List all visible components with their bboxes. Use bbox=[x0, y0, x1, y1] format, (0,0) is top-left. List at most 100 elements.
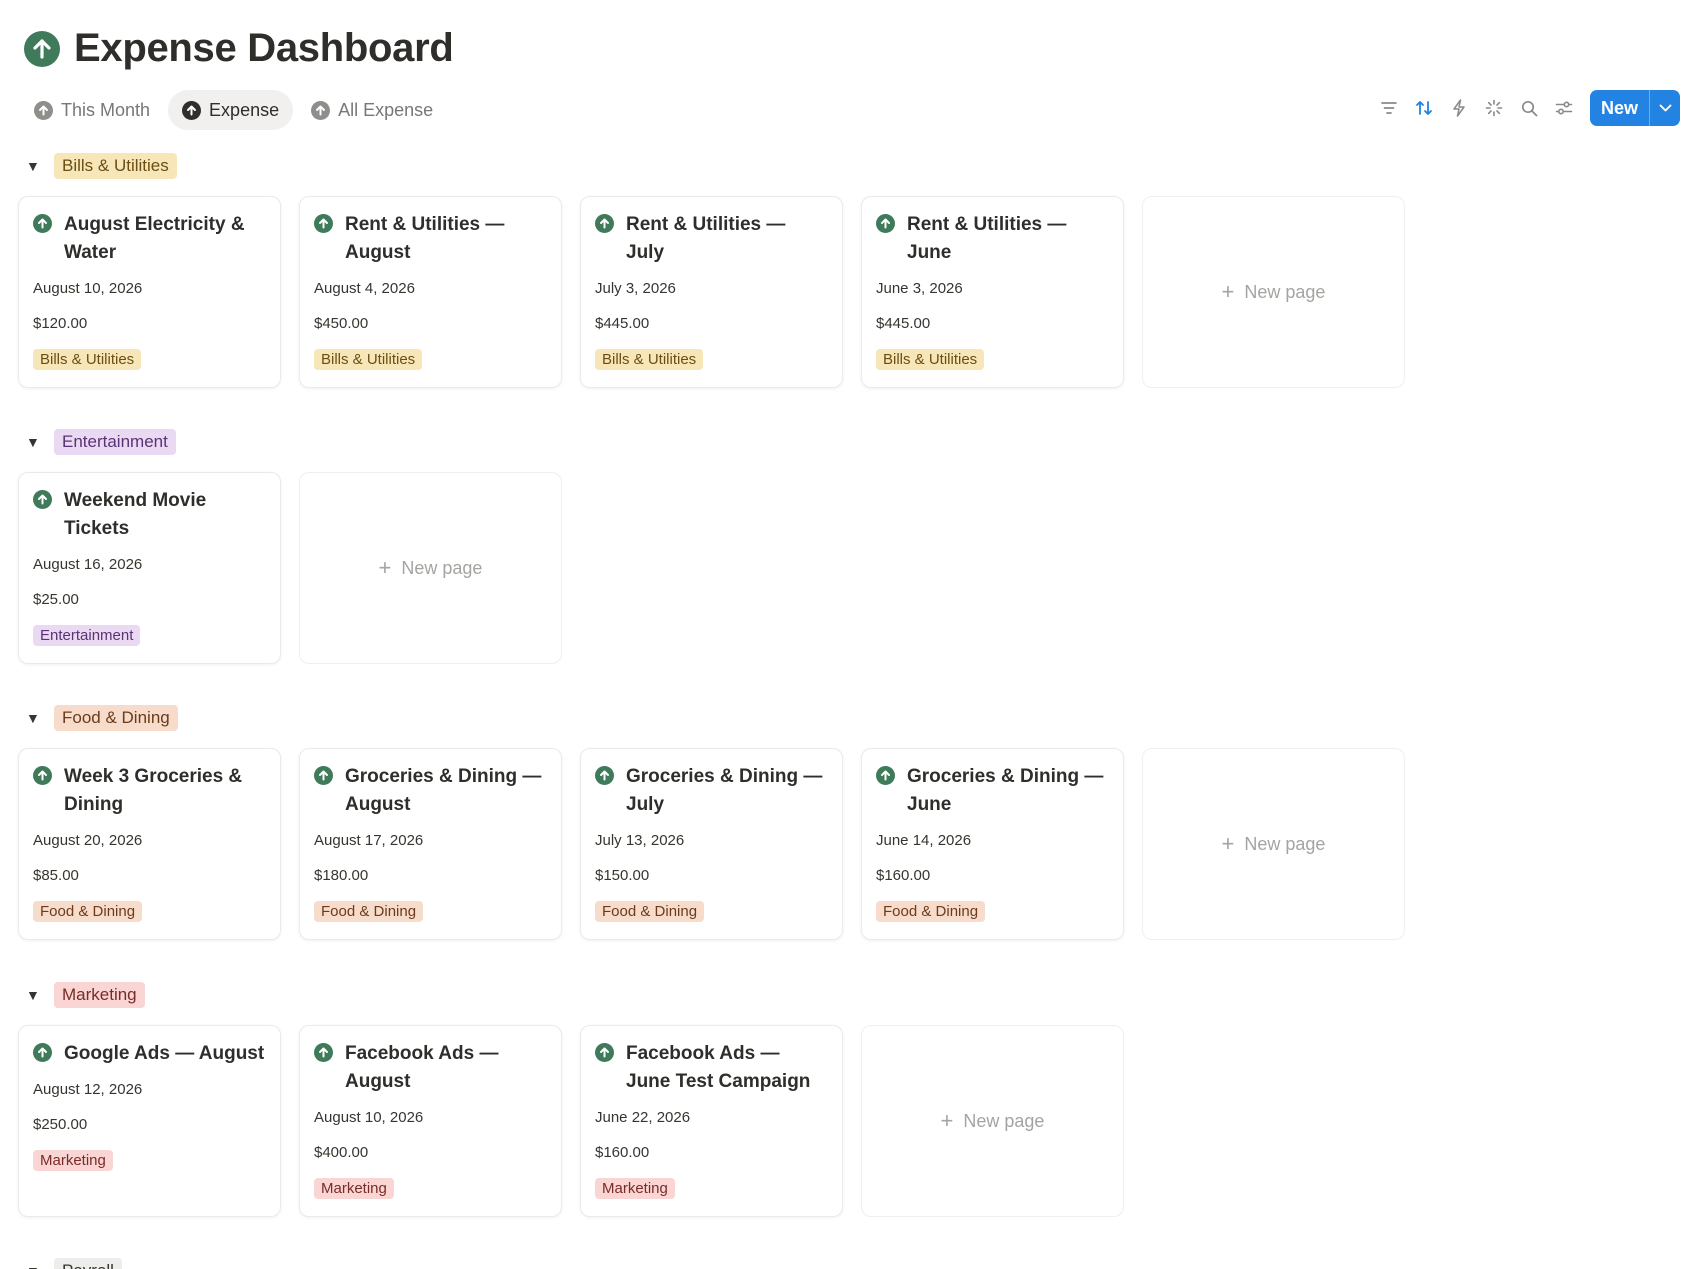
arrow-up-circle-icon bbox=[33, 766, 52, 785]
card-amount: $160.00 bbox=[876, 867, 931, 884]
tab-label: This Month bbox=[61, 99, 151, 120]
toggle-triangle-icon[interactable]: ▼ bbox=[26, 710, 44, 726]
expense-card[interactable]: Facebook Ads — June Test Campaign June 2… bbox=[580, 1025, 843, 1217]
group-header-entertainment: ▼ Entertainment bbox=[26, 429, 176, 455]
arrow-up-circle-icon bbox=[876, 766, 895, 785]
group-label: Food & Dining bbox=[54, 705, 178, 731]
card-date: July 13, 2026 bbox=[595, 832, 685, 849]
group-header-bills-utilities: ▼ Bills & Utilities bbox=[26, 153, 177, 179]
category-tag: Entertainment bbox=[33, 625, 141, 646]
tab-expense[interactable]: Expense bbox=[168, 90, 294, 130]
card-title: Rent & Utilities — July bbox=[626, 214, 786, 263]
card-amount: $400.00 bbox=[314, 1144, 369, 1161]
group-header-payroll: ▼ Payroll bbox=[26, 1258, 122, 1269]
settings-sliders-icon[interactable] bbox=[1547, 90, 1582, 126]
new-page-button[interactable]: + New page bbox=[1142, 748, 1405, 940]
arrow-up-circle-icon bbox=[311, 100, 331, 120]
expense-card[interactable]: Weekend Movie Tickets August 16, 2026 $2… bbox=[18, 472, 281, 664]
category-tag: Food & Dining bbox=[314, 901, 424, 922]
card-title: Rent & Utilities — August bbox=[345, 214, 505, 263]
expense-card[interactable]: Google Ads — August August 12, 2026 $250… bbox=[18, 1025, 281, 1217]
group-label: Entertainment bbox=[54, 429, 176, 455]
arrow-up-circle-icon bbox=[595, 1043, 614, 1062]
expense-card[interactable]: August Electricity & Water August 10, 20… bbox=[18, 196, 281, 388]
card-amount: $450.00 bbox=[314, 315, 369, 332]
category-tag: Marketing bbox=[314, 1178, 394, 1199]
new-page-button[interactable]: + New page bbox=[299, 472, 562, 664]
tab-label: All Expense bbox=[338, 99, 434, 120]
card-date: August 17, 2026 bbox=[314, 832, 424, 849]
card-title: Weekend Movie Tickets bbox=[64, 490, 207, 539]
new-page-label: New page bbox=[1244, 281, 1326, 302]
new-page-label: New page bbox=[1244, 833, 1326, 854]
expense-card[interactable]: Groceries & Dining — July July 13, 2026 … bbox=[580, 748, 843, 940]
plus-icon: + bbox=[378, 555, 392, 580]
card-date: July 3, 2026 bbox=[595, 280, 676, 297]
new-dropdown-button[interactable] bbox=[1649, 90, 1680, 126]
sort-icon[interactable] bbox=[1407, 90, 1442, 126]
arrow-up-circle-icon bbox=[33, 1043, 52, 1062]
card-title: Week 3 Groceries & Dining bbox=[64, 766, 243, 815]
toggle-triangle-icon[interactable]: ▼ bbox=[26, 987, 44, 1003]
arrow-up-circle-icon bbox=[314, 766, 333, 785]
category-tag: Bills & Utilities bbox=[33, 349, 142, 370]
card-date: June 22, 2026 bbox=[595, 1109, 691, 1126]
card-title: August Electricity & Water bbox=[64, 214, 245, 263]
search-icon[interactable] bbox=[1512, 90, 1547, 126]
expense-card[interactable]: Rent & Utilities — July July 3, 2026 $44… bbox=[580, 196, 843, 388]
category-tag: Food & Dining bbox=[876, 901, 986, 922]
toggle-triangle-icon[interactable]: ▼ bbox=[26, 1263, 44, 1269]
card-title: Groceries & Dining — August bbox=[345, 766, 542, 815]
group-header-food-dining: ▼ Food & Dining bbox=[26, 705, 178, 731]
card-title: Groceries & Dining — June bbox=[907, 766, 1104, 815]
card-amount: $25.00 bbox=[33, 591, 79, 608]
card-date: August 16, 2026 bbox=[33, 556, 143, 573]
arrow-up-circle-icon bbox=[314, 214, 333, 233]
expense-card[interactable]: Groceries & Dining — August August 17, 2… bbox=[299, 748, 562, 940]
group-header-marketing: ▼ Marketing bbox=[26, 982, 145, 1008]
category-tag: Bills & Utilities bbox=[595, 349, 704, 370]
new-page-button[interactable]: + New page bbox=[1142, 196, 1405, 388]
group-label: Bills & Utilities bbox=[54, 153, 177, 179]
card-amount: $85.00 bbox=[33, 867, 79, 884]
plus-icon: + bbox=[1221, 279, 1235, 304]
expense-card[interactable]: Facebook Ads — August August 10, 2026 $4… bbox=[299, 1025, 562, 1217]
arrow-up-circle-icon bbox=[182, 100, 202, 120]
expense-card[interactable]: Rent & Utilities — August August 4, 2026… bbox=[299, 196, 562, 388]
new-button[interactable]: New bbox=[1590, 90, 1649, 126]
lightning-icon[interactable] bbox=[1442, 90, 1477, 126]
arrow-up-circle-icon bbox=[876, 214, 895, 233]
plus-icon: + bbox=[1221, 831, 1235, 856]
category-tag: Marketing bbox=[33, 1150, 113, 1171]
card-title: Rent & Utilities — June bbox=[907, 214, 1067, 263]
expense-card[interactable]: Groceries & Dining — June June 14, 2026 … bbox=[861, 748, 1124, 940]
new-button-group: New bbox=[1589, 90, 1680, 126]
new-page-label: New page bbox=[963, 1110, 1045, 1131]
filter-icon[interactable] bbox=[1372, 90, 1407, 126]
tab-label: Expense bbox=[209, 99, 280, 120]
expense-card[interactable]: Week 3 Groceries & Dining August 20, 202… bbox=[18, 748, 281, 940]
sparkle-icon[interactable] bbox=[1477, 90, 1512, 126]
arrow-up-circle-icon[interactable] bbox=[24, 30, 60, 67]
tab-this-month[interactable]: This Month bbox=[20, 90, 164, 130]
category-tag: Food & Dining bbox=[595, 901, 705, 922]
group-label: Payroll bbox=[54, 1258, 122, 1269]
new-page-button[interactable]: + New page bbox=[861, 1025, 1124, 1217]
card-date: August 12, 2026 bbox=[33, 1081, 143, 1098]
card-date: August 10, 2026 bbox=[33, 280, 143, 297]
tab-all-expense[interactable]: All Expense bbox=[297, 90, 447, 130]
card-title: Groceries & Dining — July bbox=[626, 766, 823, 815]
card-date: August 10, 2026 bbox=[314, 1109, 424, 1126]
card-amount: $180.00 bbox=[314, 867, 369, 884]
category-tag: Food & Dining bbox=[33, 901, 143, 922]
new-page-label: New page bbox=[401, 557, 483, 578]
card-date: August 4, 2026 bbox=[314, 280, 415, 297]
category-tag: Bills & Utilities bbox=[314, 349, 423, 370]
category-tag: Marketing bbox=[595, 1178, 675, 1199]
group-label: Marketing bbox=[54, 982, 145, 1008]
toggle-triangle-icon[interactable]: ▼ bbox=[26, 434, 44, 450]
toggle-triangle-icon[interactable]: ▼ bbox=[26, 158, 44, 174]
card-amount: $250.00 bbox=[33, 1116, 88, 1133]
expense-card[interactable]: Rent & Utilities — June June 3, 2026 $44… bbox=[861, 196, 1124, 388]
card-amount: $445.00 bbox=[595, 315, 650, 332]
